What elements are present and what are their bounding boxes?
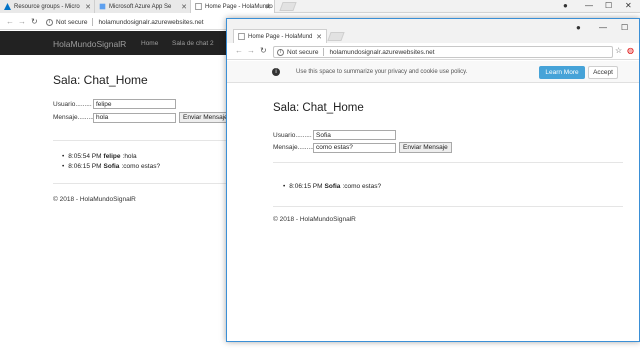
usuario-label: Usuario......... — [53, 100, 92, 108]
forward-icon[interactable]: → — [18, 17, 26, 26]
mensaje-row: Mensaje......... como estas? Enviar Mens… — [273, 142, 452, 153]
close-tab-icon[interactable]: ✕ — [316, 33, 322, 41]
send-button[interactable]: Enviar Mensaje — [399, 142, 452, 153]
app-service-icon — [99, 3, 106, 10]
site-footer: © 2018 - HolaMundoSignalR — [273, 216, 356, 223]
minimize-icon[interactable]: — — [585, 1, 593, 10]
profile-icon[interactable]: ● — [576, 23, 581, 32]
new-tab-button[interactable] — [327, 32, 345, 41]
back-icon[interactable]: ← — [6, 17, 14, 26]
security-label: Not secure — [56, 18, 88, 26]
minimize-icon[interactable]: — — [599, 23, 607, 32]
tab-azure-app-service[interactable]: Microsoft Azure App Se ✕ — [95, 0, 191, 13]
forward-icon[interactable]: → — [247, 46, 255, 55]
mensaje-input[interactable]: hola — [93, 112, 176, 123]
tab-strip: Resource groups - Micro ✕ Microsoft Azur… — [0, 0, 640, 13]
usuario-row: Usuario......... felipe — [53, 99, 176, 109]
list-item: 8:06:15 PMSofia:como estas? — [62, 163, 160, 170]
tab-home-page[interactable]: Home Page - HolaMundo ✕ — [191, 0, 275, 13]
divider — [273, 162, 623, 163]
accept-button[interactable]: Accept — [588, 66, 618, 79]
page-title: Sala: Chat_Home — [273, 102, 364, 114]
divider — [53, 140, 226, 141]
back-icon[interactable]: ← — [235, 46, 243, 55]
close-window-icon[interactable]: ✕ — [625, 1, 632, 10]
tab-strip: Home Page - HolaMund ✕ ● — ☐ — [227, 19, 639, 43]
page-icon — [195, 3, 202, 10]
page-title: Sala: Chat_Home — [53, 73, 148, 87]
new-tab-button[interactable] — [279, 2, 297, 11]
address-bar[interactable]: i Not secure holamundosignalr.azurewebsi… — [273, 46, 613, 58]
cookie-text: Use this space to summarize your privacy… — [296, 69, 468, 75]
star-icon[interactable]: ☆ — [615, 46, 622, 55]
foreground-browser-window: Home Page - HolaMund ✕ ● — ☐ ← → ↻ i Not… — [226, 18, 640, 342]
mensaje-label: Mensaje......... — [53, 114, 94, 121]
nav-home[interactable]: Home — [141, 40, 158, 47]
message-list: 8:05:54 PMfelipe:hola 8:06:15 PMSofia:co… — [62, 153, 160, 173]
divider — [53, 183, 226, 184]
security-label: Not secure — [287, 48, 319, 56]
site-brand[interactable]: HolaMundoSignalR — [53, 39, 126, 49]
usuario-input[interactable]: felipe — [93, 99, 176, 109]
list-item: 8:05:54 PMfelipe:hola — [62, 153, 160, 160]
usuario-row: Usuario......... Sofia — [273, 130, 396, 140]
tab-label: Microsoft Azure App Se — [109, 3, 172, 10]
tab-label: Resource groups - Micro — [14, 3, 80, 10]
nav-sala-chat-2[interactable]: Sala de chat 2 — [172, 40, 214, 47]
url-text[interactable]: holamundosignalr.azurewebsites.net — [329, 49, 434, 56]
page-icon — [238, 33, 245, 40]
cookie-banner: i Use this space to summarize your priva… — [227, 61, 639, 83]
maximize-icon[interactable]: ☐ — [621, 23, 628, 32]
close-tab-icon[interactable]: ✕ — [181, 3, 187, 11]
address-bar[interactable]: i Not secure holamundosignalr.azurewebsi… — [46, 16, 204, 28]
maximize-icon[interactable]: ☐ — [605, 1, 612, 10]
mensaje-input[interactable]: como estas? — [313, 142, 396, 153]
list-item: 8:06:15 PMSofia:como estas? — [283, 183, 381, 190]
divider — [273, 206, 623, 207]
info-icon[interactable]: i — [46, 18, 53, 26]
tab-label: Home Page - HolaMund — [248, 33, 313, 40]
browser-toolbar: ← → ↻ i Not secure holamundosignalr.azur… — [227, 43, 639, 60]
azure-icon — [4, 3, 11, 10]
send-button[interactable]: Enviar Mensaje — [179, 112, 232, 123]
info-icon: i — [272, 68, 280, 76]
site-footer: © 2018 - HolaMundoSignalR — [53, 196, 136, 203]
tab-home-page[interactable]: Home Page - HolaMund ✕ — [233, 29, 327, 43]
learn-more-button[interactable]: Learn More — [539, 66, 585, 79]
url-text[interactable]: holamundosignalr.azurewebsites.net — [98, 19, 203, 26]
tab-label: Home Page - HolaMundo — [205, 3, 273, 10]
extension-icon[interactable]: ◍ — [627, 46, 634, 55]
reload-icon[interactable]: ↻ — [31, 17, 38, 26]
close-tab-icon[interactable]: ✕ — [85, 3, 91, 11]
tab-resource-groups[interactable]: Resource groups - Micro ✕ — [0, 0, 95, 13]
reload-icon[interactable]: ↻ — [260, 46, 267, 55]
mensaje-label: Mensaje......... — [273, 144, 314, 151]
divider — [92, 18, 94, 26]
profile-icon[interactable]: ● — [563, 1, 568, 10]
divider — [323, 48, 325, 56]
usuario-input[interactable]: Sofia — [313, 130, 396, 140]
mensaje-row: Mensaje......... hola Enviar Mensaje — [53, 112, 232, 123]
usuario-label: Usuario......... — [273, 131, 312, 139]
info-icon[interactable]: i — [277, 48, 284, 56]
message-list: 8:06:15 PMSofia:como estas? — [283, 183, 381, 193]
close-tab-icon[interactable]: ✕ — [265, 3, 271, 11]
